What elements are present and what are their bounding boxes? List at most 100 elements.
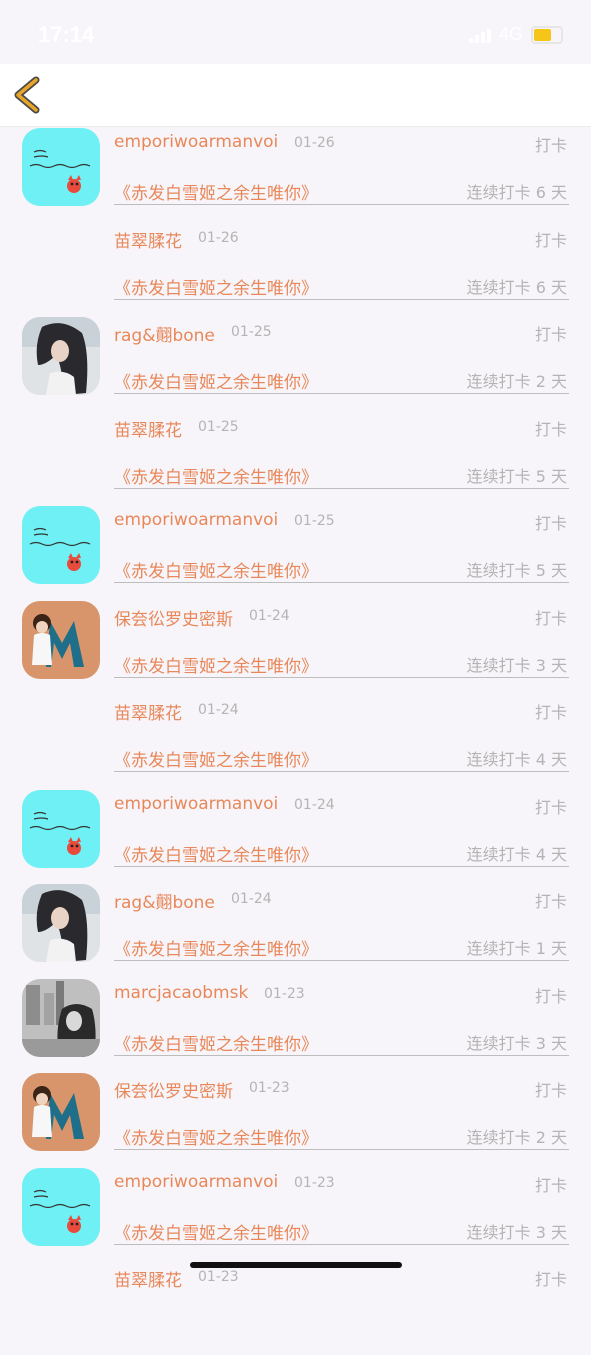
checkin-record-list[interactable]: emporiwoarmanvoi 01-26 打卡 《赤发白雪姬之余生唯你》 连续打卡 …: [0, 126, 591, 1355]
checkin-date: 01-26: [198, 229, 239, 246]
status-bar: 17:14 4G: [0, 0, 591, 64]
row-divider: [114, 582, 569, 583]
chevron-left-icon: [14, 76, 40, 114]
row-divider: [114, 487, 569, 489]
username[interactable]: marcjacaobmsk: [114, 983, 248, 1003]
checkin-label: 打卡: [534, 986, 567, 1006]
streak-count: 连续打卡 6 天: [466, 277, 567, 297]
checkin-date: 01-24: [198, 702, 239, 718]
streak-count: 连续打卡 5 天: [466, 561, 567, 580]
avatar[interactable]: [22, 1073, 100, 1151]
streak-count: 连续打卡 4 天: [466, 750, 567, 769]
checkin-label: 打卡: [534, 797, 567, 817]
username[interactable]: emporiwoarmanvoi: [114, 132, 278, 152]
avatar[interactable]: [22, 506, 100, 584]
checkin-row[interactable]: emporiwoarmanvoi 01-23 打卡 《赤发白雪姬之余生唯你》 连续打卡 …: [0, 1166, 591, 1261]
status-time: 17:14: [38, 22, 95, 47]
checkin-row[interactable]: emporiwoarmanvoi 01-24 打卡《赤发白雪姬之余生唯你》 连续打卡 …: [0, 788, 591, 883]
checkin-date: 01-26: [294, 135, 335, 151]
book-title-link[interactable]: 《赤发白雪姬之余生唯你》: [114, 557, 318, 582]
checkin-date: 01-24: [231, 891, 272, 907]
checkin-row[interactable]: 保夽彸罗史密斯 01-24 打卡 《赤发白雪姬之余生唯你》 连续打卡 3 天: [0, 599, 591, 694]
checkin-label: 打卡: [534, 1081, 567, 1100]
checkin-date: 01-23: [249, 1080, 290, 1096]
avatar[interactable]: [22, 978, 100, 1057]
row-divider: [114, 865, 569, 867]
checkin-row[interactable]: 苗翠腬花 01-23 打卡: [0, 1260, 591, 1355]
checkin-row[interactable]: marcjacaobmsk 01-23 打卡《赤发白雪姬之余生唯你》 连续打卡 3 天: [0, 977, 591, 1072]
book-title-link[interactable]: 《赤发白雪姬之余生唯你》: [114, 1030, 318, 1055]
username[interactable]: 保夽彸罗史密斯: [114, 1077, 233, 1102]
streak-count: 连续打卡 3 天: [466, 1033, 567, 1053]
streak-count: 连续打卡 4 天: [466, 844, 567, 864]
checkin-label: 打卡: [534, 230, 567, 250]
streak-count: 连续打卡 2 天: [466, 372, 567, 391]
username[interactable]: emporiwoarmanvoi: [114, 510, 278, 530]
checkin-row[interactable]: 保夽彸罗史密斯 01-23 打卡《赤发白雪姬之余生唯你》 连续打卡 2 天: [0, 1071, 591, 1166]
checkin-date: 01-25: [198, 418, 239, 435]
row-divider: [114, 771, 569, 772]
checkin-row[interactable]: emporiwoarmanvoi 01-26 打卡《赤发白雪姬之余生唯你》 连续打卡 …: [0, 126, 591, 221]
checkin-date: 01-25: [294, 513, 335, 529]
book-title-link[interactable]: 《赤发白雪姬之余生唯你》: [114, 368, 318, 393]
username[interactable]: 苗翠腬花: [114, 1266, 182, 1291]
row-divider: [114, 960, 569, 961]
book-title-link[interactable]: 《赤发白雪姬之余生唯你》: [114, 935, 318, 960]
battery-icon: [531, 25, 563, 44]
avatar[interactable]: [22, 600, 100, 679]
book-title-link[interactable]: 《赤发白雪姬之余生唯你》: [114, 179, 318, 204]
back-button[interactable]: [12, 76, 46, 114]
username[interactable]: emporiwoarmanvoi: [114, 794, 278, 814]
avatar[interactable]: [22, 1167, 100, 1246]
home-indicator[interactable]: [190, 1262, 402, 1268]
book-title-link[interactable]: 《赤发白雪姬之余生唯你》: [114, 274, 318, 299]
checkin-date: 01-23: [198, 1269, 239, 1285]
avatar[interactable]: [22, 789, 100, 868]
checkin-row[interactable]: 苗翠腬花 01-24 打卡《赤发白雪姬之余生唯你》 连续打卡 4 天: [0, 693, 591, 788]
checkin-row[interactable]: emporiwoarmanvoi 01-25 打卡 《赤发白雪姬之余生唯你》 连续打卡 …: [0, 504, 591, 599]
checkin-date: 01-23: [264, 985, 305, 1002]
username[interactable]: 保夽彸罗史密斯: [114, 605, 233, 630]
row-divider: [114, 676, 569, 678]
checkin-label: 打卡: [534, 703, 567, 722]
row-divider: [114, 204, 569, 205]
username[interactable]: 苗翠腬花: [114, 227, 182, 252]
streak-count: 连续打卡 6 天: [466, 183, 567, 202]
checkin-row[interactable]: rag&翸bone 01-25 打卡《赤发白雪姬之余生唯你》 连续打卡 2 天: [0, 315, 591, 410]
row-divider: [114, 1054, 569, 1056]
book-title-link[interactable]: 《赤发白雪姬之余生唯你》: [114, 1219, 318, 1244]
row-divider: [114, 1243, 569, 1245]
username[interactable]: 苗翠腬花: [114, 416, 182, 441]
cellular-signal-icon: [468, 27, 491, 43]
row-divider: [114, 393, 569, 394]
book-title-link[interactable]: 《赤发白雪姬之余生唯你》: [114, 746, 318, 771]
checkin-row[interactable]: 苗翠腬花 01-26 打卡《赤发白雪姬之余生唯你》 连续打卡 6 天: [0, 221, 591, 316]
username[interactable]: rag&翸bone: [114, 321, 215, 346]
checkin-label: 打卡: [534, 136, 567, 155]
checkin-date: 01-24: [294, 796, 335, 813]
checkin-label: 打卡: [534, 1175, 567, 1195]
checkin-row[interactable]: 苗翠腬花 01-25 打卡《赤发白雪姬之余生唯你》 连续打卡 5 天: [0, 410, 591, 505]
checkin-label: 打卡: [534, 419, 567, 439]
book-title-link[interactable]: 《赤发白雪姬之余生唯你》: [114, 841, 318, 866]
streak-count: 连续打卡 3 天: [466, 1222, 567, 1242]
network-type: 4G: [498, 24, 523, 44]
avatar[interactable]: [22, 128, 100, 206]
checkin-label: 打卡: [534, 325, 567, 344]
username[interactable]: rag&翸bone: [114, 888, 215, 913]
checkin-date: 01-25: [231, 324, 272, 340]
book-title-link[interactable]: 《赤发白雪姬之余生唯你》: [114, 1124, 318, 1149]
username[interactable]: emporiwoarmanvoi: [114, 1172, 278, 1192]
navigation-bar: [0, 64, 591, 127]
avatar[interactable]: [22, 884, 100, 962]
streak-count: 连续打卡 2 天: [466, 1128, 567, 1147]
avatar[interactable]: [22, 317, 100, 395]
streak-count: 连续打卡 5 天: [466, 466, 567, 486]
checkin-row[interactable]: rag&翸bone 01-24 打卡 《赤发白雪姬之余生唯你》 连续打卡 1 天: [0, 882, 591, 977]
row-divider: [114, 298, 569, 300]
checkin-label: 打卡: [534, 892, 567, 911]
book-title-link[interactable]: 《赤发白雪姬之余生唯你》: [114, 652, 318, 677]
book-title-link[interactable]: 《赤发白雪姬之余生唯你》: [114, 463, 318, 488]
streak-count: 连续打卡 3 天: [466, 655, 567, 675]
username[interactable]: 苗翠腬花: [114, 699, 182, 724]
